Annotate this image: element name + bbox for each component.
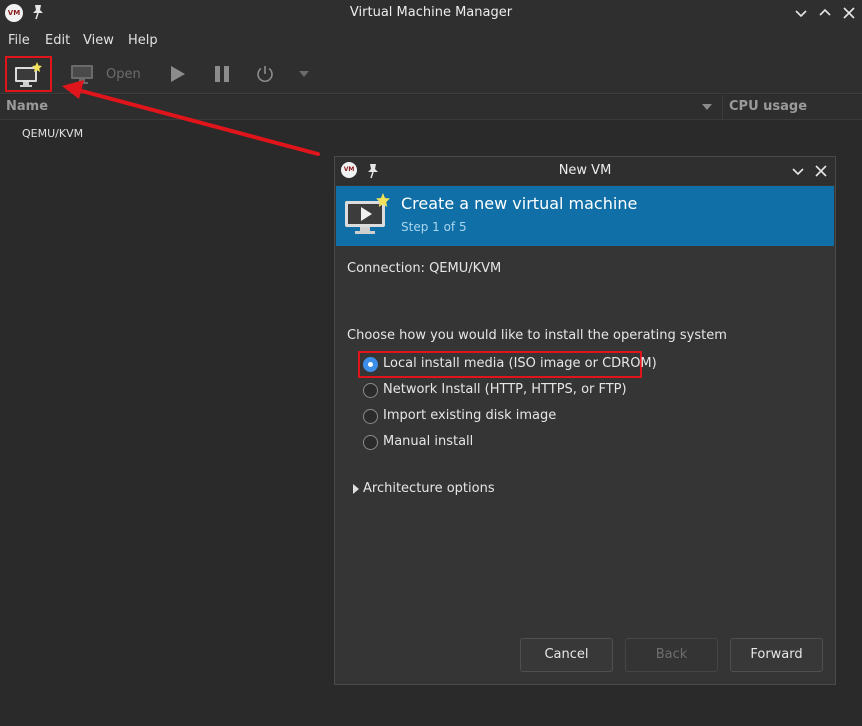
power-menu-chevron-icon[interactable] [298, 70, 310, 78]
new-vm-dialog: VM New VM Create a new virtual machine S… [334, 156, 836, 685]
back-button[interactable]: Back [625, 638, 718, 672]
menu-file[interactable]: File [8, 33, 30, 48]
dialog-banner: Create a new virtual machine Step 1 of 5 [336, 186, 834, 246]
maximize-icon[interactable] [816, 4, 834, 22]
radio-local-install[interactable] [363, 357, 378, 372]
option-network-install-label[interactable]: Network Install (HTTP, HTTPS, or FTP) [383, 382, 627, 397]
menu-view[interactable]: View [83, 33, 114, 48]
open-vm-icon[interactable] [70, 63, 94, 85]
option-import-disk-label[interactable]: Import existing disk image [383, 408, 556, 423]
menu-help[interactable]: Help [128, 33, 158, 48]
open-label[interactable]: Open [106, 67, 141, 82]
dialog-titlebar: VM New VM [335, 157, 835, 185]
pause-icon[interactable] [213, 65, 231, 83]
expander-arrow-icon[interactable] [353, 484, 359, 494]
dialog-title: New VM [558, 163, 612, 178]
dialog-close-icon[interactable] [812, 162, 830, 180]
option-manual-install-label[interactable]: Manual install [383, 434, 473, 449]
connection-row-qemu[interactable]: QEMU/KVM [22, 127, 83, 140]
power-icon[interactable] [255, 64, 275, 84]
radio-network-install[interactable] [363, 383, 378, 398]
column-cpu-header[interactable]: CPU usage [729, 99, 807, 114]
radio-import-disk[interactable] [363, 409, 378, 424]
connection-label: Connection: QEMU/KVM [347, 261, 502, 276]
menubar: File Edit View Help [0, 26, 862, 54]
option-local-install-label[interactable]: Local install media (ISO image or CDROM) [383, 356, 657, 371]
new-vm-button[interactable] [5, 56, 52, 92]
vm-list-header: Name CPU usage [0, 95, 862, 120]
main-titlebar: VM Virtual Machine Manager [0, 0, 862, 26]
banner-step: Step 1 of 5 [401, 220, 467, 234]
banner-title: Create a new virtual machine [401, 194, 638, 213]
sort-arrow-icon[interactable] [702, 104, 712, 110]
dialog-minimize-icon[interactable] [789, 162, 807, 180]
menu-edit[interactable]: Edit [45, 33, 70, 48]
new-vm-banner-icon [345, 193, 390, 234]
toolbar: Open [0, 54, 862, 94]
architecture-options-label[interactable]: Architecture options [363, 481, 495, 496]
forward-button[interactable]: Forward [730, 638, 823, 672]
cancel-button[interactable]: Cancel [520, 638, 613, 672]
column-separator [722, 95, 723, 120]
new-vm-icon [15, 62, 42, 87]
window-title: Virtual Machine Manager [349, 5, 513, 20]
play-icon[interactable] [169, 65, 187, 83]
column-name-header[interactable]: Name [6, 99, 48, 114]
radio-manual-install[interactable] [363, 435, 378, 450]
close-icon[interactable] [840, 4, 858, 22]
install-method-label: Choose how you would like to install the… [347, 328, 727, 343]
minimize-icon[interactable] [792, 4, 810, 22]
